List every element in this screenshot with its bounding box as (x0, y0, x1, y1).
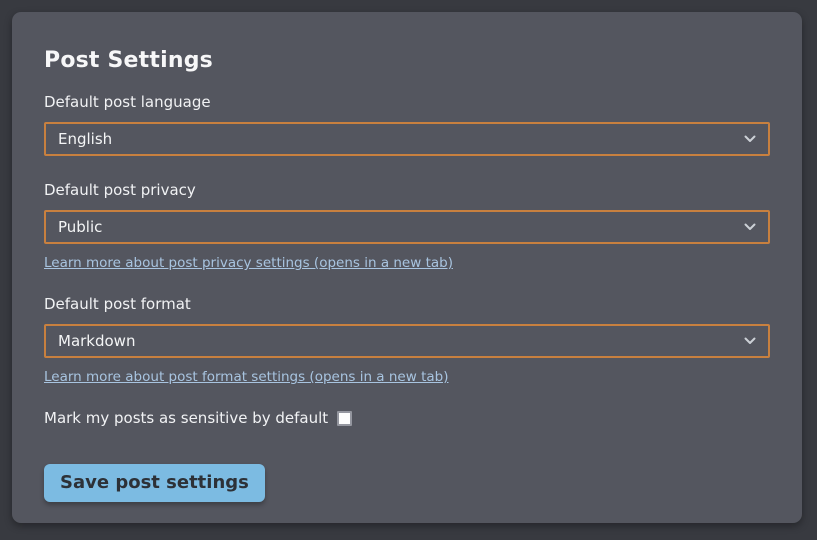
page-title: Post Settings (44, 48, 770, 73)
sensitive-checkbox-label: Mark my posts as sensitive by default (44, 409, 328, 427)
post-settings-panel: Post Settings Default post language Engl… (12, 12, 802, 523)
privacy-field-group: Default post privacy Public Learn more a… (44, 181, 770, 271)
privacy-label: Default post privacy (44, 181, 770, 199)
language-label: Default post language (44, 93, 770, 111)
format-help-link[interactable]: Learn more about post format settings (o… (44, 369, 448, 385)
privacy-select-value: Public (58, 218, 102, 236)
format-label: Default post format (44, 295, 770, 313)
privacy-select[interactable]: Public (44, 210, 770, 244)
format-field-group: Default post format Markdown Learn more … (44, 295, 770, 385)
save-post-settings-button[interactable]: Save post settings (44, 464, 265, 502)
chevron-down-icon (744, 337, 756, 345)
chevron-down-icon (744, 135, 756, 143)
format-select[interactable]: Markdown (44, 324, 770, 358)
sensitive-checkbox[interactable] (337, 411, 352, 426)
language-field-group: Default post language English (44, 93, 770, 156)
chevron-down-icon (744, 223, 756, 231)
privacy-help-link[interactable]: Learn more about post privacy settings (… (44, 255, 453, 271)
format-select-value: Markdown (58, 332, 135, 350)
language-select[interactable]: English (44, 122, 770, 156)
sensitive-checkbox-row: Mark my posts as sensitive by default (44, 409, 770, 427)
language-select-value: English (58, 130, 112, 148)
